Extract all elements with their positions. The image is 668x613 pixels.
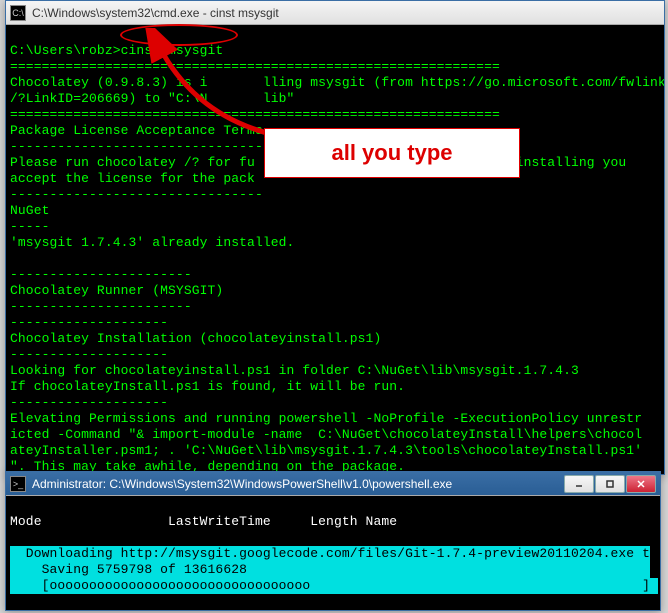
cmd-dash3: ----------------------- xyxy=(10,267,192,282)
cmd-lic-dash2: -------------------------------- xyxy=(10,187,263,202)
cmd-sep1: ========================================… xyxy=(10,59,500,74)
minimize-button[interactable] xyxy=(564,475,594,493)
ps-terminal-body[interactable]: Mode LastWriteTime Length Name Downloadi… xyxy=(6,496,660,610)
cmd-dash5: -------------------- xyxy=(10,315,168,330)
cmd-title-text: C:\Windows\system32\cmd.exe - cinst msys… xyxy=(32,6,660,20)
cmd-choco-line2: /?LinkID=206669) to "C:\N lib" xyxy=(10,91,294,106)
cmd-dash6: -------------------- xyxy=(10,347,168,362)
ps-download-line2: Saving 5759798 of 13616628 xyxy=(10,562,650,578)
cmd-choco-line: Chocolatey (0.9.8.3) is i lling msysgit … xyxy=(10,75,664,90)
close-button[interactable] xyxy=(626,475,656,493)
ps-titlebar[interactable]: >_ Administrator: C:\Windows\System32\Wi… xyxy=(6,472,660,496)
powershell-window[interactable]: >_ Administrator: C:\Windows\System32\Wi… xyxy=(5,471,661,611)
cmd-lic-l1: Please run chocolatey /? for fu y instal… xyxy=(10,155,634,170)
cmd-icon: C:\ xyxy=(10,5,26,21)
cmd-lic-l2: accept the license for the pack xyxy=(10,171,255,186)
ps-download-progress: [ooooooooooooooooooooooooooooooooo ] xyxy=(10,578,658,594)
cmd-installed: 'msysgit 1.7.4.3' already installed. xyxy=(10,235,294,250)
cmd-dash7: -------------------- xyxy=(10,395,168,410)
cmd-dash4: ----------------------- xyxy=(10,299,192,314)
cmd-prompt-line: C:\Users\robz>cinst msysgit xyxy=(10,43,223,58)
cmd-window[interactable]: C:\ C:\Windows\system32\cmd.exe - cinst … xyxy=(5,0,665,475)
cmd-elev2: icted -Command "& import-module -name C:… xyxy=(10,427,642,442)
ps-title-text: Administrator: C:\Windows\System32\Windo… xyxy=(32,477,564,491)
cmd-elev3: ateyInstaller.psm1; . 'C:\NuGet\lib\msys… xyxy=(10,443,642,458)
cmd-elev1: Elevating Permissions and running powers… xyxy=(10,411,642,426)
cmd-ifline: If chocolateyInstall.ps1 is found, it wi… xyxy=(10,379,405,394)
cmd-lic-header: Package License Acceptance Terms xyxy=(10,123,263,138)
cmd-sep2: ========================================… xyxy=(10,107,500,122)
maximize-button[interactable] xyxy=(595,475,625,493)
cmd-runner: Chocolatey Runner (MSYSGIT) xyxy=(10,283,223,298)
cmd-nuget-dash: ----- xyxy=(10,219,50,234)
ps-header: Mode LastWriteTime Length Name xyxy=(10,514,397,529)
cmd-nuget: NuGet xyxy=(10,203,50,218)
ps-download-line1: Downloading http://msysgit.googlecode.co… xyxy=(10,546,650,562)
maximize-icon xyxy=(605,479,615,489)
minimize-icon xyxy=(574,479,584,489)
close-icon xyxy=(636,479,646,489)
cmd-lic-dash: -------------------------------- xyxy=(10,139,263,154)
cmd-terminal-body[interactable]: C:\Users\robz>cinst msysgit ============… xyxy=(6,25,664,474)
cmd-choco-install: Chocolatey Installation (chocolateyinsta… xyxy=(10,331,381,346)
powershell-icon: >_ xyxy=(10,476,26,492)
ps-window-controls xyxy=(564,475,656,493)
cmd-titlebar[interactable]: C:\ C:\Windows\system32\cmd.exe - cinst … xyxy=(6,1,664,25)
cmd-looking: Looking for chocolateyinstall.ps1 in fol… xyxy=(10,363,579,378)
